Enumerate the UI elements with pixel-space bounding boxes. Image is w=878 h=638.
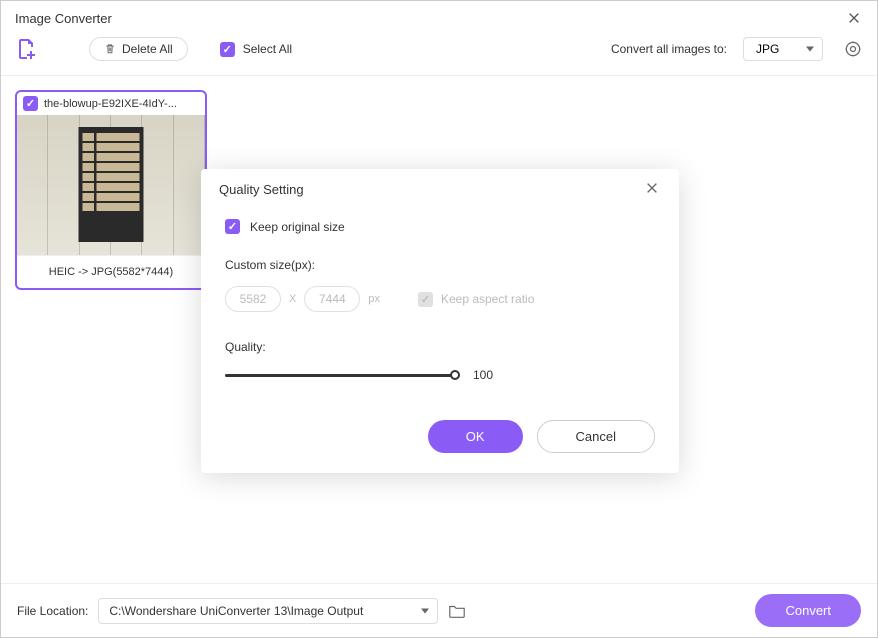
image-thumbnail-card[interactable]: the-blowup-E92IXE-4IdY-... HEIC -> JPG(5… [15, 90, 207, 290]
select-all-label: Select All [243, 42, 292, 56]
checkbox-icon [220, 42, 235, 57]
width-input[interactable] [225, 286, 281, 312]
height-input[interactable] [304, 286, 360, 312]
folder-icon[interactable] [448, 602, 466, 620]
thumbnail-filename: the-blowup-E92IXE-4IdY-... [44, 98, 177, 110]
keep-original-label: Keep original size [250, 220, 345, 234]
slider-thumb[interactable] [450, 370, 460, 380]
quality-setting-dialog: Quality Setting Keep original size Custo… [201, 169, 679, 473]
px-unit-label: px [368, 293, 380, 305]
gear-icon[interactable] [843, 39, 863, 59]
titlebar: Image Converter [1, 1, 877, 31]
quality-label: Quality: [225, 340, 655, 354]
thumbnail-header: the-blowup-E92IXE-4IdY-... [17, 92, 205, 115]
dimension-separator: X [289, 293, 296, 305]
toolbar: Delete All Select All Convert all images… [1, 31, 877, 76]
file-location-label: File Location: [17, 604, 88, 618]
quality-slider[interactable] [225, 374, 455, 377]
ok-button[interactable]: OK [428, 420, 523, 453]
add-file-icon[interactable] [15, 37, 39, 61]
thumbnail-checkbox[interactable] [23, 96, 38, 111]
file-location-dropdown[interactable]: C:\Wondershare UniConverter 13\Image Out… [98, 598, 438, 624]
chevron-down-icon [421, 608, 429, 613]
window-title: Image Converter [15, 11, 112, 26]
dialog-footer: OK Cancel [201, 412, 679, 473]
trash-icon [104, 43, 116, 55]
dialog-title: Quality Setting [219, 182, 304, 197]
thumbnail-conversion-info: HEIC -> JPG(5582*7444) [17, 255, 205, 288]
size-inputs-row: X px Keep aspect ratio [225, 286, 655, 312]
keep-aspect-label: Keep aspect ratio [441, 292, 534, 306]
file-location-path: C:\Wondershare UniConverter 13\Image Out… [109, 604, 363, 618]
convert-button[interactable]: Convert [755, 594, 861, 627]
keep-aspect-checkbox [418, 292, 433, 307]
dialog-header: Quality Setting [201, 169, 679, 209]
dialog-body: Keep original size Custom size(px): X px… [201, 209, 679, 412]
close-icon[interactable] [845, 9, 863, 27]
quality-value: 100 [473, 368, 493, 382]
chevron-down-icon [806, 47, 814, 52]
footer-bar: File Location: C:\Wondershare UniConvert… [1, 583, 877, 637]
custom-size-label: Custom size(px): [225, 258, 655, 272]
dialog-close-icon[interactable] [645, 181, 661, 197]
format-value: JPG [756, 42, 779, 56]
cancel-button[interactable]: Cancel [537, 420, 655, 453]
delete-all-button[interactable]: Delete All [89, 37, 188, 61]
format-dropdown[interactable]: JPG [743, 37, 823, 61]
delete-all-label: Delete All [122, 42, 173, 56]
keep-original-checkbox[interactable] [225, 219, 240, 234]
select-all-checkbox[interactable]: Select All [220, 42, 292, 57]
keep-original-row[interactable]: Keep original size [225, 219, 655, 234]
thumbnail-image [17, 115, 205, 255]
quality-slider-row: 100 [225, 368, 655, 382]
convert-to-label: Convert all images to: [611, 42, 727, 56]
